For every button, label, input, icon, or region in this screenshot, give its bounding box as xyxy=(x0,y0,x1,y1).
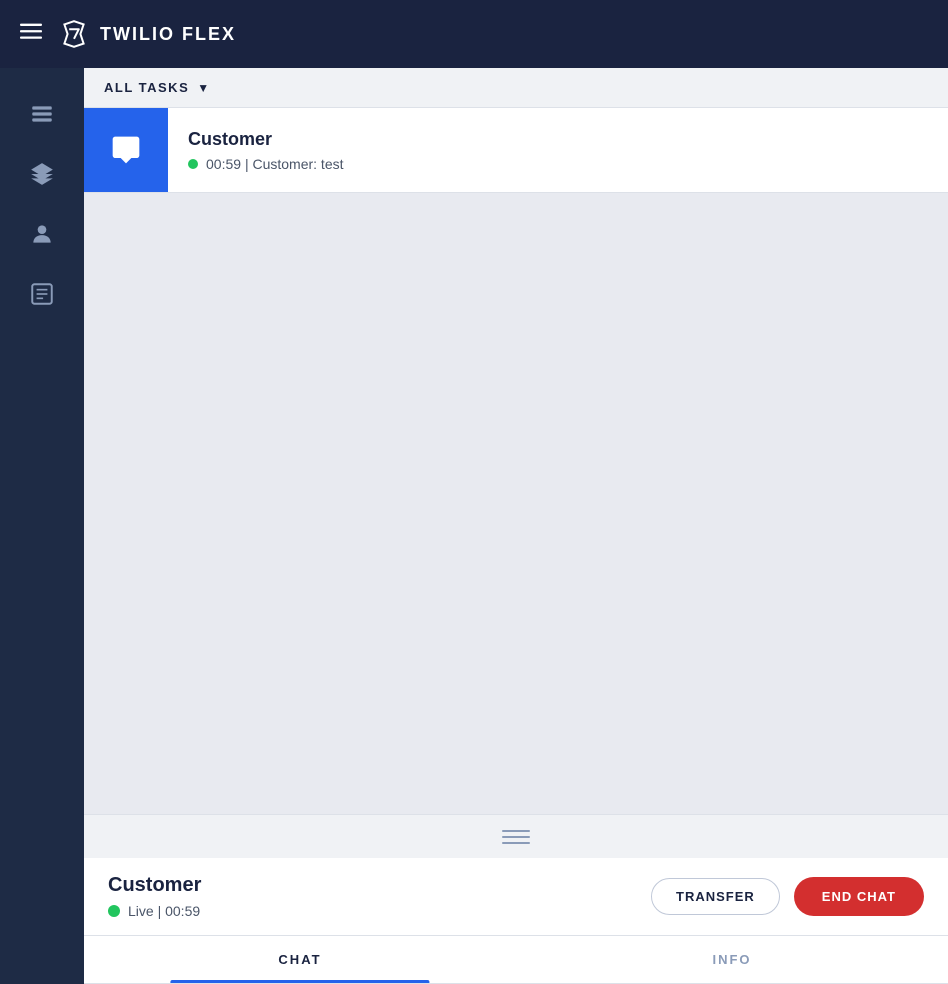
sidebar xyxy=(0,68,84,984)
chat-main-area xyxy=(84,193,948,814)
divider-line-2 xyxy=(502,836,530,838)
logo-area: TWILIO FLEX xyxy=(58,18,236,50)
customer-info-bar: Customer Live | 00:59 TRANSFER END CHAT xyxy=(84,858,948,936)
sidebar-item-tasks[interactable] xyxy=(16,88,68,140)
app-title: TWILIO FLEX xyxy=(100,24,236,45)
divider-lines xyxy=(502,830,530,844)
tasks-header: ALL TASKS ▼ xyxy=(84,68,948,108)
sidebar-item-contacts[interactable] xyxy=(16,268,68,320)
customer-info-left: Customer Live | 00:59 xyxy=(108,874,201,919)
twilio-logo-icon xyxy=(58,18,90,50)
task-item[interactable]: Customer 00:59 | Customer: test xyxy=(84,108,948,193)
top-header: TWILIO FLEX xyxy=(0,0,948,68)
end-chat-button[interactable]: END CHAT xyxy=(794,877,924,916)
live-status-dot xyxy=(108,905,120,917)
divider-handle[interactable] xyxy=(84,814,948,858)
tabs-bar: CHAT INFO xyxy=(84,936,948,984)
tab-chat[interactable]: CHAT xyxy=(84,936,516,983)
divider-line-1 xyxy=(502,830,530,832)
hamburger-menu-icon[interactable] xyxy=(20,20,42,48)
tab-info[interactable]: INFO xyxy=(516,936,948,983)
tasks-dropdown-icon[interactable]: ▼ xyxy=(197,81,209,95)
task-timer-text: 00:59 | Customer: test xyxy=(206,156,344,172)
live-status-text: Live | 00:59 xyxy=(128,903,200,919)
customer-actions: TRANSFER END CHAT xyxy=(651,877,924,916)
transfer-button[interactable]: TRANSFER xyxy=(651,878,780,915)
main-layout: ALL TASKS ▼ Customer 00:59 | Customer: t… xyxy=(0,68,948,984)
task-status-line: 00:59 | Customer: test xyxy=(188,156,344,172)
chat-bubble-icon xyxy=(110,134,142,166)
all-tasks-label: ALL TASKS xyxy=(104,80,189,95)
content-area: ALL TASKS ▼ Customer 00:59 | Customer: t… xyxy=(84,68,948,984)
task-customer-name: Customer xyxy=(188,129,344,150)
task-status-dot xyxy=(188,159,198,169)
task-chat-icon-area xyxy=(84,108,168,192)
task-details: Customer 00:59 | Customer: test xyxy=(168,113,364,188)
divider-line-3 xyxy=(502,842,530,844)
customer-live-status: Live | 00:59 xyxy=(108,903,201,919)
customer-name-large: Customer xyxy=(108,874,201,897)
sidebar-item-agent[interactable] xyxy=(16,208,68,260)
sidebar-item-layers[interactable] xyxy=(16,148,68,200)
